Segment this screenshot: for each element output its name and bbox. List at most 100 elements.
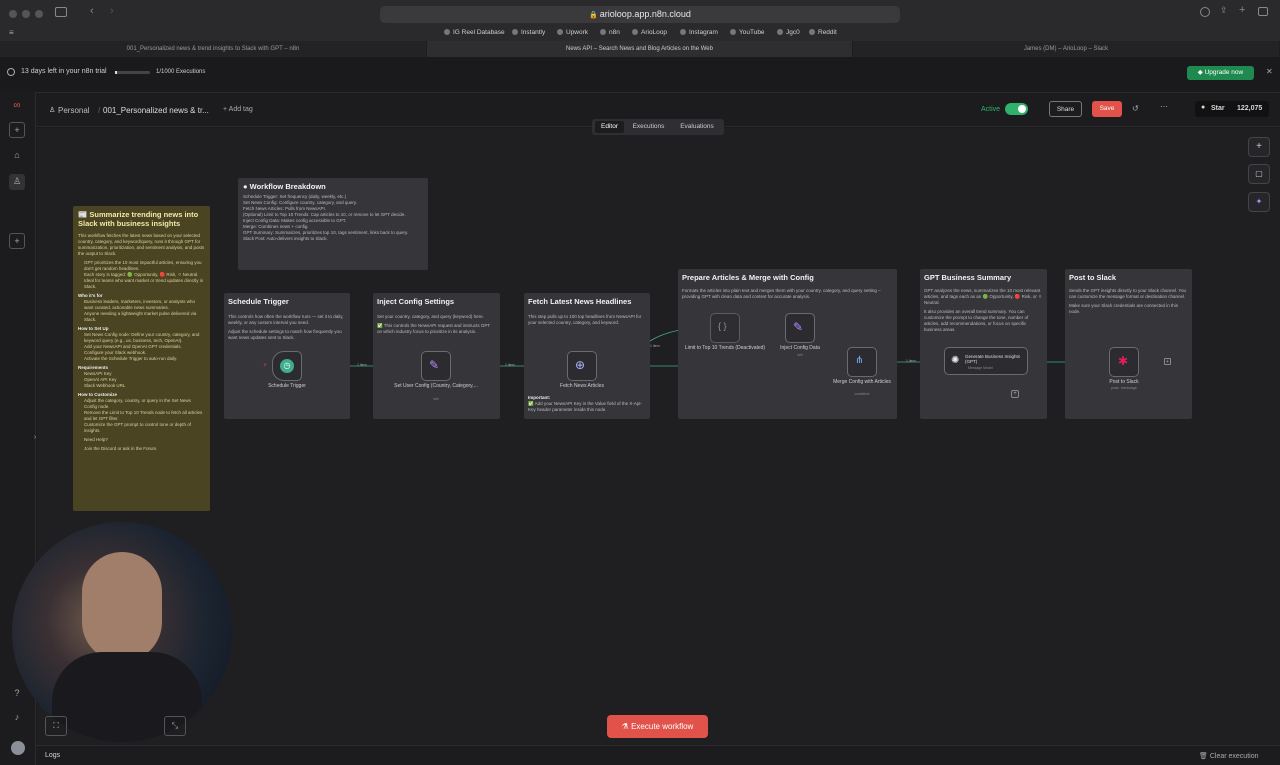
sticky-note-summary[interactable]: 📰 Summarize trending news into Slack wit… xyxy=(73,206,210,511)
merge-icon: ⋔ xyxy=(855,355,864,366)
sticky-note-icon[interactable]: ▢ xyxy=(1248,164,1270,184)
bookmark-icon xyxy=(730,29,736,35)
tidy-up-icon[interactable]: ⤡ xyxy=(164,716,186,736)
add-icon[interactable]: + xyxy=(9,122,25,138)
sticky-text: Set your country, category, and query (k… xyxy=(377,314,484,319)
sticky-text: Sends the GPT insights directly to your … xyxy=(1069,288,1186,299)
upgrade-button[interactable]: ◆ Upgrade now xyxy=(1187,66,1254,80)
bookmark-item[interactable]: Jgc0 xyxy=(777,29,800,36)
add-node-icon[interactable]: + xyxy=(1164,358,1171,365)
minimize-window-icon[interactable] xyxy=(22,10,30,18)
node-set-user-config[interactable]: ✎ xyxy=(421,351,451,381)
avatar[interactable] xyxy=(11,741,25,755)
bookmark-item[interactable]: n8n xyxy=(600,29,620,36)
bell-icon[interactable]: ♪ xyxy=(9,710,25,726)
person-face xyxy=(82,552,162,662)
browser-tab[interactable]: News API – Search News and Blog Articles… xyxy=(427,41,853,57)
fit-view-icon[interactable]: ⛶ xyxy=(45,716,67,736)
logs-toggle[interactable]: Logs xyxy=(45,752,60,759)
tab-evaluations[interactable]: Evaluations xyxy=(673,121,721,133)
download-icon[interactable] xyxy=(1200,7,1210,17)
bookmark-item[interactable]: Instagram xyxy=(680,29,718,36)
add-tag-button[interactable]: + Add tag xyxy=(223,106,253,113)
lock-icon: 🔒 xyxy=(589,12,600,19)
active-toggle[interactable] xyxy=(1005,103,1028,115)
bookmark-icon xyxy=(512,29,518,35)
sticky-text: This workflow fetches the latest news ba… xyxy=(78,233,205,256)
tab-editor[interactable]: Editor xyxy=(595,121,624,133)
node-label: Set User Config (Country, Category,... xyxy=(394,383,478,389)
node-schedule-trigger[interactable]: ◷ xyxy=(272,351,302,381)
mode-tabs: Editor Executions Evaluations xyxy=(592,119,724,135)
sticky-text: This controls how often the workflow run… xyxy=(228,314,344,325)
tab-overview-icon[interactable] xyxy=(1258,7,1268,16)
add-node-button[interactable]: + xyxy=(1248,137,1270,157)
edge-label: 1 item xyxy=(906,359,916,363)
sticky-text: Remove the Limit to Top 10 Trends node t… xyxy=(84,410,203,421)
active-label: Active xyxy=(981,106,1001,113)
sticky-note-breakdown[interactable]: ● Workflow Breakdown Schedule Trigger: S… xyxy=(238,178,428,270)
bookmarks-bar: ≡ IG Reel Database Instantly Upwork n8n … xyxy=(0,27,1280,40)
browser-tab[interactable]: 001_Personalized news & trend insights t… xyxy=(0,41,427,57)
home-icon[interactable]: ⌂ xyxy=(9,148,25,164)
add-tool-icon[interactable]: + xyxy=(1011,390,1019,398)
openai-icon: ✺ xyxy=(951,355,960,366)
execute-workflow-button[interactable]: ⚗ Execute workflow xyxy=(607,715,708,738)
forward-icon[interactable]: › xyxy=(110,5,114,17)
node-fetch-news[interactable]: ⊕ xyxy=(567,351,597,381)
github-star-button[interactable]: ● Star 122,075 xyxy=(1195,101,1269,117)
node-label: Merge Config with Articles xyxy=(833,379,891,385)
bookmark-item[interactable]: IG Reel Database xyxy=(444,29,505,36)
sticky-text: Slack Post: Auto-delivers insights to Sl… xyxy=(243,236,328,241)
node-post-to-slack[interactable]: ✱ xyxy=(1109,347,1139,377)
user-icon[interactable]: ♙ xyxy=(9,174,25,190)
breadcrumb-separator: / xyxy=(98,106,101,115)
share-button[interactable]: Share xyxy=(1049,101,1082,117)
browser-tab[interactable]: James (DM) – ArioLoop – Slack xyxy=(853,41,1280,57)
save-button[interactable]: Save xyxy=(1092,101,1122,117)
bookmark-icon xyxy=(777,29,783,35)
help-icon[interactable]: ? xyxy=(9,686,25,702)
clock-icon xyxy=(7,68,15,76)
back-icon[interactable]: ‹ xyxy=(90,5,94,17)
bookmark-item[interactable]: YouTube xyxy=(730,29,765,36)
n8n-logo-icon[interactable]: ∞ xyxy=(6,100,28,112)
node-inject-config[interactable]: ✎ xyxy=(785,313,815,343)
close-banner-icon[interactable]: ✕ xyxy=(1266,67,1273,76)
code-braces-icon: { } xyxy=(718,321,727,331)
url-bar[interactable]: 🔒 arioloop.app.n8n.cloud xyxy=(380,6,900,23)
share-icon[interactable]: ⇪ xyxy=(1220,5,1228,16)
trigger-bolt-icon: ⚡ xyxy=(263,363,268,369)
sidebar-toggle-icon[interactable] xyxy=(55,7,67,17)
sticky-title: Schedule Trigger xyxy=(228,297,289,306)
node-subtitle: set xyxy=(433,396,439,401)
sticky-note-gpt[interactable]: GPT Business Summary GPT analyzes the ne… xyxy=(920,269,1047,419)
clear-execution-button[interactable]: 🗑 Clear execution xyxy=(1199,752,1258,760)
sticky-text: GPT prioritizes the 10 most impactful ar… xyxy=(84,260,202,271)
close-window-icon[interactable] xyxy=(9,10,17,18)
workflow-name[interactable]: 001_Personalized news & tr... xyxy=(103,106,209,115)
bookmark-item[interactable]: Upwork xyxy=(557,29,588,36)
bookmark-item[interactable]: Instantly xyxy=(512,29,545,36)
slack-icon: ✱ xyxy=(1118,354,1129,368)
logs-bar: Logs 🗑 Clear execution xyxy=(36,745,1280,765)
ai-assistant-icon[interactable]: ✦ xyxy=(1248,192,1270,212)
node-merge[interactable]: ⋔ xyxy=(847,347,877,377)
gem-icon: ◆ xyxy=(1197,69,1205,76)
browser-tabs: 001_Personalized news & trend insights t… xyxy=(0,41,1280,57)
pencil-icon: ✎ xyxy=(429,358,440,372)
add-project-icon[interactable]: + xyxy=(9,233,25,249)
node-gpt-insights[interactable]: ✺ Generate Business Insights (GPT) Messa… xyxy=(944,347,1028,375)
maximize-window-icon[interactable] xyxy=(35,10,43,18)
more-options-icon[interactable]: ⋯ xyxy=(1160,102,1168,111)
tab-executions[interactable]: Executions xyxy=(627,121,670,133)
node-limit-top10[interactable]: { } xyxy=(710,313,740,343)
bookmark-item[interactable]: ArioLoop xyxy=(632,29,667,36)
history-icon[interactable]: ↺ xyxy=(1132,104,1139,113)
sticky-note-slack[interactable]: Post to Slack Sends the GPT insights dir… xyxy=(1065,269,1192,419)
breadcrumb-owner[interactable]: Personal xyxy=(58,106,90,115)
new-tab-icon[interactable]: + xyxy=(1239,4,1245,16)
menu-icon[interactable]: ≡ xyxy=(9,28,14,37)
sticky-note-prepare[interactable]: Prepare Articles & Merge with Config For… xyxy=(678,269,897,419)
bookmark-item[interactable]: Reddit xyxy=(809,29,837,36)
